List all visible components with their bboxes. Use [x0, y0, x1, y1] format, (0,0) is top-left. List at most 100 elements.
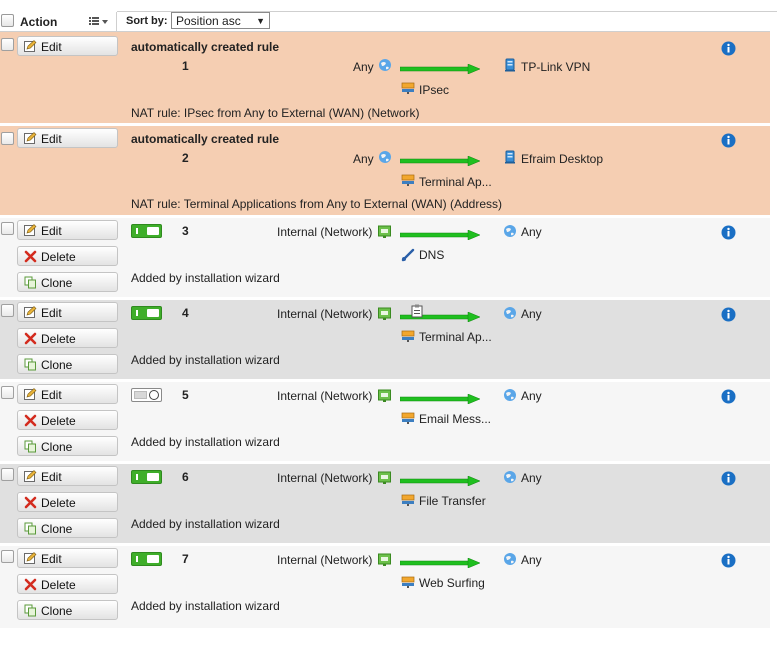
sort-by-label: Sort by:: [126, 15, 168, 27]
rule-source: Internal (Network): [277, 553, 373, 567]
clone-button[interactable]: Clone: [17, 600, 118, 620]
rule-comment: Added by installation wizard: [131, 271, 280, 285]
service-icon: [401, 412, 415, 424]
table-row: Edit Delete Clone 7 Internal (Network) A…: [0, 546, 770, 628]
delete-icon: [24, 414, 37, 427]
row-checkbox[interactable]: [1, 386, 14, 399]
info-icon[interactable]: [721, 133, 736, 148]
select-all-checkbox[interactable]: [1, 14, 14, 27]
service-icon: [401, 494, 415, 506]
row-checkbox[interactable]: [1, 132, 14, 145]
delete-button[interactable]: Delete: [17, 574, 118, 594]
rule-position: 5: [182, 388, 189, 402]
row-checkbox[interactable]: [1, 304, 14, 317]
edit-label: Edit: [41, 40, 62, 54]
edit-label: Edit: [41, 388, 62, 402]
delete-button[interactable]: Delete: [17, 410, 118, 430]
delete-button[interactable]: Delete: [17, 246, 118, 266]
clone-label: Clone: [41, 440, 73, 454]
rule-enabled-toggle[interactable]: [131, 388, 162, 402]
rule-destination: Efraim Desktop: [521, 152, 604, 166]
delete-label: Delete: [41, 250, 76, 264]
delete-button[interactable]: Delete: [17, 328, 118, 348]
clone-button[interactable]: Clone: [17, 354, 118, 374]
rule-position: 2: [182, 151, 189, 165]
service-icon: [401, 82, 415, 94]
rule-position: 7: [182, 552, 189, 566]
clone-button[interactable]: Clone: [17, 518, 118, 538]
delete-icon: [24, 250, 37, 263]
rule-title: automatically created rule: [131, 40, 280, 54]
delete-button[interactable]: Delete: [17, 492, 118, 512]
rule-enabled-toggle[interactable]: [131, 552, 162, 566]
info-icon[interactable]: [721, 225, 736, 240]
rule-comment: Added by installation wizard: [131, 435, 280, 449]
list-header: Action Sort by: Position asc ▼: [0, 0, 777, 32]
rule-source: Internal (Network): [277, 307, 373, 321]
network-icon: [378, 389, 391, 402]
rule-destination: Any: [521, 389, 542, 403]
clone-icon: [24, 440, 36, 453]
table-row: Edit Delete Clone 4 Internal (Network) A…: [0, 300, 770, 382]
clone-icon: [24, 358, 36, 371]
clone-button[interactable]: Clone: [17, 272, 118, 292]
network-icon: [378, 225, 391, 238]
edit-button[interactable]: Edit: [17, 220, 118, 240]
edit-button[interactable]: Edit: [17, 466, 118, 486]
info-icon[interactable]: [721, 471, 736, 486]
rule-service: File Transfer: [419, 494, 486, 508]
rule-enabled-toggle[interactable]: [131, 470, 162, 484]
globe-icon: [379, 59, 391, 71]
edit-button[interactable]: Edit: [17, 128, 118, 148]
rule-source: Internal (Network): [277, 389, 373, 403]
clone-label: Clone: [41, 522, 73, 536]
clone-icon: [24, 522, 36, 535]
globe-icon: [504, 471, 516, 483]
rule-source: Any: [353, 60, 374, 74]
edit-label: Edit: [41, 306, 62, 320]
globe-icon: [504, 553, 516, 565]
edit-button[interactable]: Edit: [17, 384, 118, 404]
delete-label: Delete: [41, 578, 76, 592]
rule-source: Any: [353, 152, 374, 166]
rule-service: Terminal Ap...: [419, 175, 492, 189]
delete-label: Delete: [41, 496, 76, 510]
table-row: Edit automatically created rule 1 Any TP…: [0, 32, 770, 126]
clone-label: Clone: [41, 358, 73, 372]
flow-arrow: [400, 476, 480, 486]
rule-source: Internal (Network): [277, 471, 373, 485]
edit-icon: [24, 40, 37, 52]
info-icon[interactable]: [721, 41, 736, 56]
rule-enabled-toggle[interactable]: [131, 224, 162, 238]
edit-label: Edit: [41, 132, 62, 146]
column-menu-icon[interactable]: [86, 13, 112, 29]
info-icon[interactable]: [721, 307, 736, 322]
delete-icon: [24, 578, 37, 591]
rule-position: 3: [182, 224, 189, 238]
row-checkbox[interactable]: [1, 550, 14, 563]
row-checkbox[interactable]: [1, 38, 14, 51]
edit-button[interactable]: Edit: [17, 302, 118, 322]
clone-button[interactable]: Clone: [17, 436, 118, 456]
edit-icon: [24, 224, 37, 236]
delete-icon: [24, 332, 37, 345]
edit-button[interactable]: Edit: [17, 36, 118, 56]
rule-destination: Any: [521, 553, 542, 567]
edit-icon: [24, 306, 37, 318]
sort-select[interactable]: Position asc ▼: [171, 12, 270, 29]
edit-button[interactable]: Edit: [17, 548, 118, 568]
row-checkbox[interactable]: [1, 222, 14, 235]
table-row: Edit Delete Clone 6 Internal (Network) A…: [0, 464, 770, 546]
flow-arrow: [400, 156, 480, 166]
info-icon[interactable]: [721, 389, 736, 404]
rule-source: Internal (Network): [277, 225, 373, 239]
edit-icon: [24, 388, 37, 400]
network-icon: [378, 553, 391, 566]
rule-position: 4: [182, 306, 189, 320]
rule-service: Web Surfing: [419, 576, 485, 590]
host-icon: [505, 58, 515, 72]
info-icon[interactable]: [721, 553, 736, 568]
row-checkbox[interactable]: [1, 468, 14, 481]
rule-enabled-toggle[interactable]: [131, 306, 162, 320]
sort-select-value: Position asc: [176, 14, 241, 28]
